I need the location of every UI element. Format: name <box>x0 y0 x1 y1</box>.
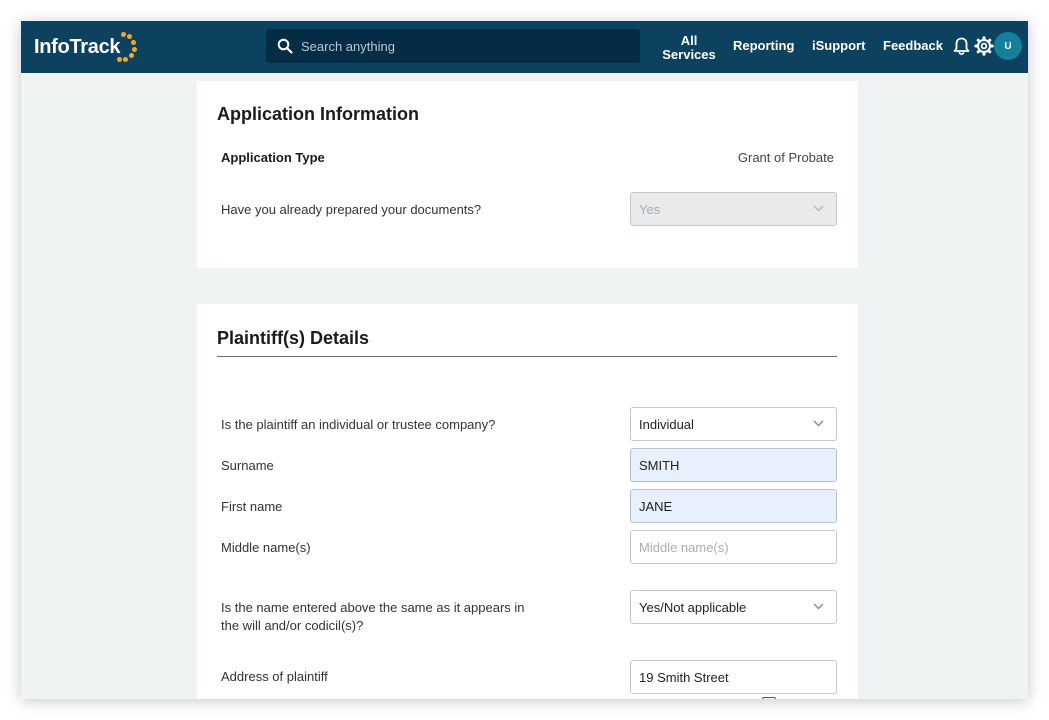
gear-icon[interactable] <box>974 36 994 56</box>
address-label: Address of plaintiff <box>221 669 328 684</box>
nav-all-services-line2: Services <box>662 47 716 62</box>
search-input[interactable] <box>301 38 621 54</box>
nav-all-services[interactable]: All Services <box>661 34 717 62</box>
bell-icon[interactable] <box>953 37 970 56</box>
nav-feedback[interactable]: Feedback <box>883 39 943 53</box>
first-name-field[interactable]: JANE <box>630 489 837 523</box>
plaintiff-type-select[interactable]: Individual <box>630 407 837 441</box>
middle-name-placeholder: Middle name(s) <box>639 539 729 555</box>
logo-text: InfoTrack <box>34 35 121 58</box>
documents-question-label: Have you already prepared your documents… <box>221 202 482 217</box>
logo-sun-icon <box>116 31 138 63</box>
plaintiff-type-label: Is the plaintiff an individual or truste… <box>221 417 496 432</box>
name-same-question-label: Is the name entered above the same as it… <box>221 599 525 635</box>
plaintiff-details-title: Plaintiff(s) Details <box>217 328 370 348</box>
name-same-value: Yes/Not applicable <box>639 599 747 615</box>
surname-field[interactable]: SMITH <box>630 448 837 482</box>
documents-prepared-select: Yes <box>630 192 837 226</box>
application-information-title: Application Information <box>217 104 419 124</box>
middle-name-field[interactable]: Middle name(s) <box>630 530 837 564</box>
middle-name-label: Middle name(s) <box>221 540 311 555</box>
first-name-label: First name <box>221 499 283 514</box>
chevron-down-icon <box>813 420 824 427</box>
application-information-card: Application Information Application Type… <box>197 81 858 268</box>
address-value: 19 Smith Street <box>639 669 729 685</box>
infotrack-logo[interactable]: InfoTrack <box>34 31 138 63</box>
nav-isupport[interactable]: iSupport <box>812 39 865 53</box>
nav-reporting[interactable]: Reporting <box>733 39 794 53</box>
plaintiff-details-card: Plaintiff(s) Details Is the plaintiff an… <box>197 304 858 699</box>
first-name-value: JANE <box>639 498 673 514</box>
section-divider <box>217 356 837 357</box>
name-same-select[interactable]: Yes/Not applicable <box>630 590 837 624</box>
nav-all-services-line1: All <box>680 33 698 48</box>
partially-visible-checkbox[interactable] <box>762 697 776 699</box>
name-same-question-line1: Is the name entered above the same as it… <box>221 600 525 615</box>
top-navigation-bar: InfoTrack All Services Reporting iSup <box>21 21 1028 73</box>
chevron-down-icon <box>813 603 824 610</box>
user-avatar[interactable]: U <box>994 32 1022 60</box>
surname-value: SMITH <box>639 457 680 473</box>
app-window: InfoTrack All Services Reporting iSup <box>21 21 1028 699</box>
search-bar[interactable] <box>266 29 640 63</box>
application-type-label: Application Type <box>221 150 325 165</box>
application-type-value: Grant of Probate <box>737 150 834 165</box>
plaintiff-type-value: Individual <box>639 416 694 432</box>
search-icon <box>277 38 293 54</box>
documents-prepared-value: Yes <box>639 201 661 217</box>
surname-label: Surname <box>221 458 274 473</box>
address-field[interactable]: 19 Smith Street <box>630 660 837 694</box>
name-same-question-line2: the will and/or codicil(s)? <box>221 618 364 633</box>
chevron-down-icon <box>813 205 824 212</box>
